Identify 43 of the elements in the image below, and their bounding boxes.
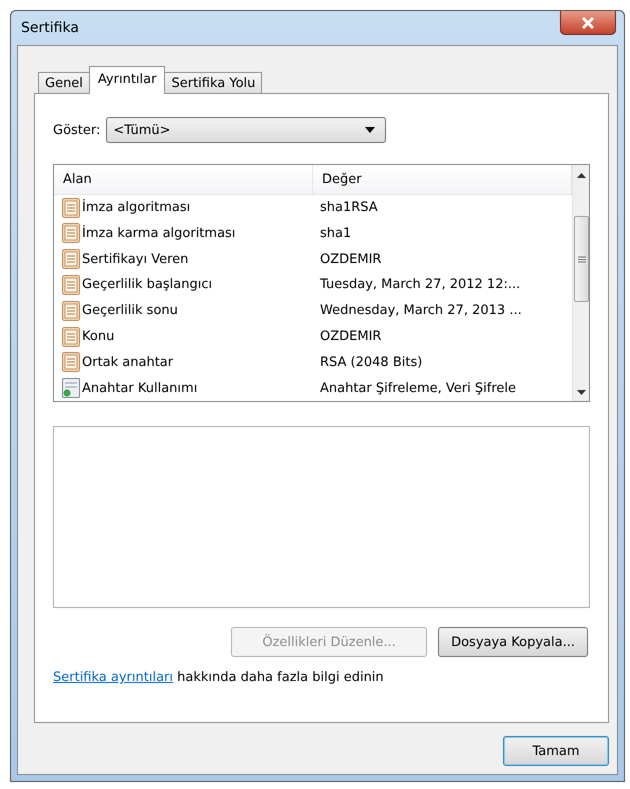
document-icon	[62, 352, 80, 372]
table-cell: Wednesday, March 27, 2013 ...	[320, 303, 522, 318]
tab[interactable]: Genel	[38, 72, 90, 93]
table-cell-text: Geçerlilik sonu	[82, 303, 179, 318]
column-header[interactable]: Alan	[54, 165, 313, 194]
document-icon	[62, 249, 80, 270]
scrollbar[interactable]	[572, 165, 589, 401]
table-cell: sha1RSA	[320, 200, 378, 216]
scroll-down-icon[interactable]	[576, 390, 586, 395]
tab[interactable]: Ayrıntılar	[88, 66, 166, 94]
info-text: Sertifika ayrıntıları hakkında daha fazla bilgi edinin	[53, 670, 385, 685]
close-button[interactable]	[560, 11, 616, 35]
table-cell-text: Sertifikayı Veren	[82, 252, 190, 267]
scroll-up-icon[interactable]	[576, 173, 586, 178]
table-cell-text: Anahtar Kullanımı	[82, 380, 198, 396]
table-cell: Anahtar Şifreleme, Veri Şifrele	[320, 380, 516, 396]
details-link[interactable]: Sertifika ayrıntıları	[53, 670, 173, 685]
table-cell: Tuesday, March 27, 2012 12:...	[320, 277, 520, 292]
certificate-icon	[62, 378, 80, 398]
document-icon	[62, 198, 80, 218]
copy-to-file-button[interactable]: Dosyaya Kopyala...	[438, 627, 588, 657]
table-cell: OZDEMIR	[320, 252, 382, 267]
table-cell: sha1	[320, 226, 352, 241]
dropdown-value: <Tümü>	[113, 122, 170, 138]
show-label: Göster:	[53, 122, 100, 138]
table-cell-text: Konu	[82, 329, 116, 344]
table-cell-text: Geçerlilik başlangıcı	[82, 277, 214, 292]
table-cell: OZDEMIR	[320, 329, 382, 344]
document-icon	[62, 300, 80, 321]
table-cell-text: İmza karma algoritması	[82, 226, 236, 241]
document-icon	[62, 274, 80, 295]
document-icon	[62, 223, 80, 244]
show-dropdown[interactable]: <Tümü>	[106, 117, 386, 143]
caret-icon	[365, 127, 376, 133]
ok-button[interactable]: Tamam	[503, 736, 609, 766]
table-cell-text: İmza algoritması	[82, 200, 192, 216]
tab[interactable]: Sertifika Yolu	[164, 72, 262, 93]
document-icon	[62, 326, 80, 346]
table-cell: RSA (2048 Bits)	[320, 354, 422, 370]
table-cell-text: Ortak anahtar	[82, 354, 174, 370]
scroll-thumb[interactable]	[574, 216, 589, 302]
close-icon	[581, 16, 595, 28]
window-title: Sertifika	[21, 20, 79, 36]
